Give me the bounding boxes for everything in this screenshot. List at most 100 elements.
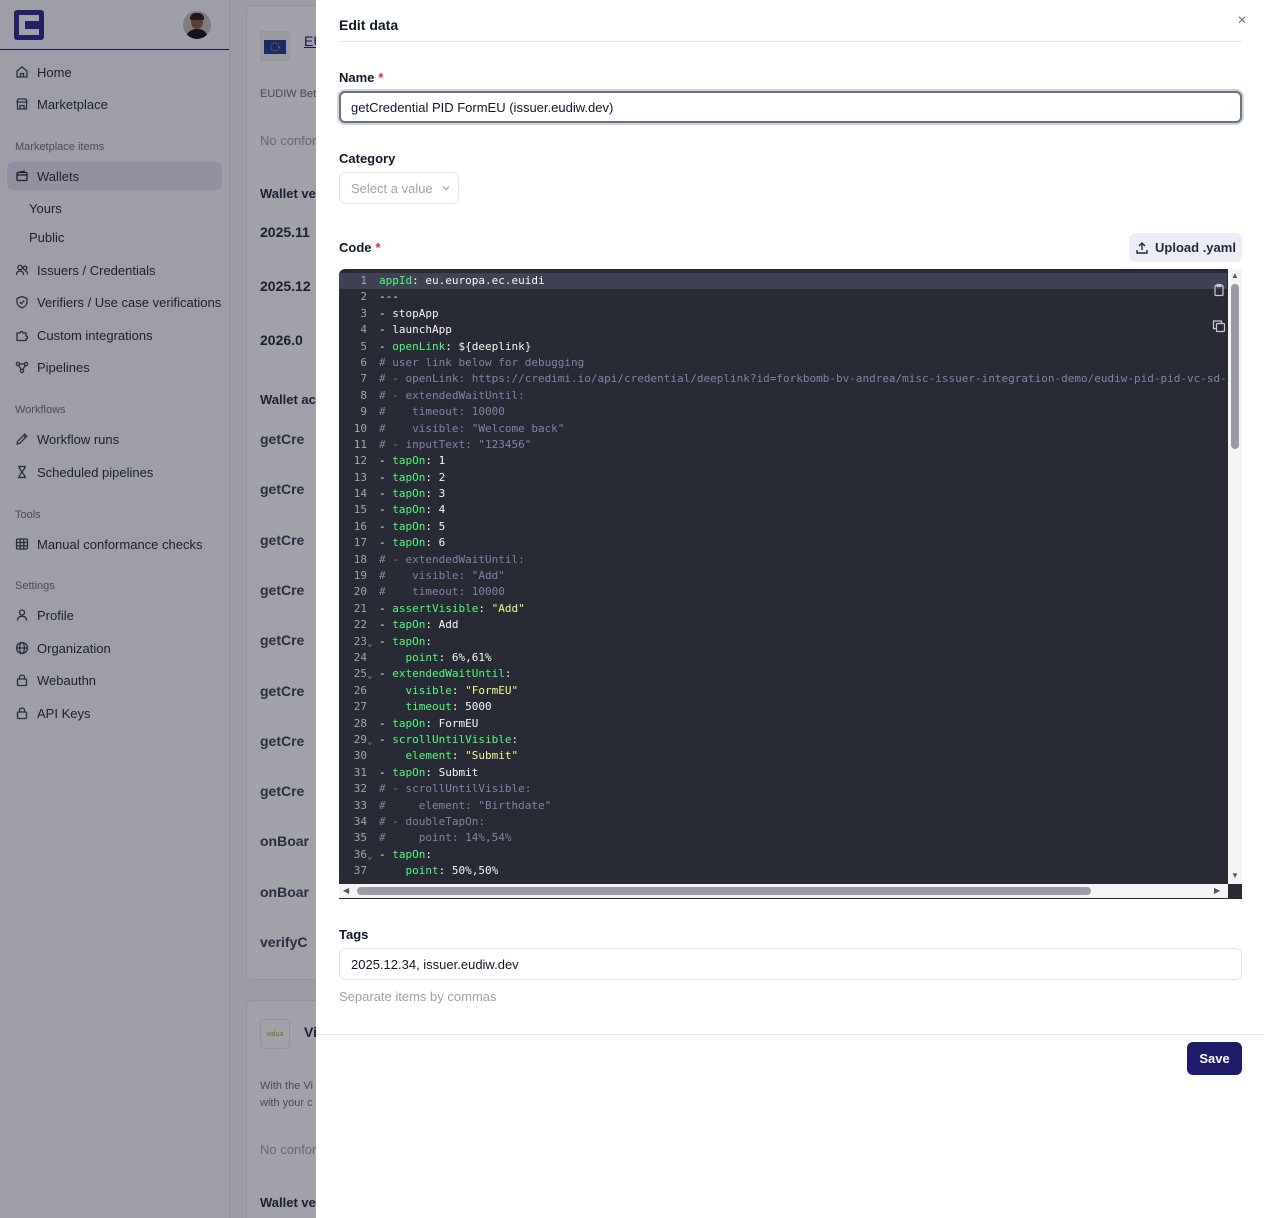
code-token: element [405, 749, 452, 763]
category-label: Category [339, 151, 396, 166]
line-number: 35 [353, 831, 367, 845]
line-number: 15 [353, 503, 367, 517]
code-token: : [425, 634, 432, 648]
code-token: scrollUntilVisible [392, 732, 512, 746]
save-button[interactable]: Save [1187, 1042, 1242, 1075]
required-mark: * [375, 240, 381, 255]
scrollbar-thumb[interactable] [357, 887, 1091, 895]
code-token: # - scrollUntilVisible: [379, 782, 532, 796]
line-number: 10 [353, 421, 367, 435]
modal-backdrop[interactable] [0, 0, 316, 1218]
code-line: 9 # timeout: 10000 [339, 404, 1227, 420]
line-number: 23 [353, 634, 367, 648]
code-token: # timeout: 10000 [379, 585, 505, 599]
line-number: 3 [360, 306, 367, 320]
scroll-right-icon[interactable]: ▶ [1214, 886, 1220, 895]
tags-input[interactable] [339, 948, 1242, 980]
line-number: 5 [360, 339, 367, 353]
drawer-title: Edit data [339, 17, 399, 33]
clipboard-icon[interactable] [1212, 283, 1226, 297]
line-number: 34 [353, 814, 367, 828]
code-token: # - inputText: "123456" [379, 437, 532, 451]
category-select[interactable]: Select a value [339, 172, 459, 204]
code-line: 33 # element: "Birthdate" [339, 798, 1227, 814]
code-line: 7 # - openLink: https://credimi.io/api/cr… [339, 371, 1242, 387]
line-number: 9 [360, 405, 367, 419]
copy-icon[interactable] [1212, 319, 1226, 333]
editor-vertical-scrollbar[interactable]: ▲ ▼ [1228, 269, 1242, 884]
code-token: # - doubleTapOn: [379, 814, 485, 828]
code-token: - [379, 618, 393, 632]
line-number: 33 [353, 798, 367, 812]
code-token: --- [379, 290, 399, 304]
code-token: # visible: "Add" [379, 569, 505, 583]
code-token: # - openLink: https://credimi.io/api/cre… [379, 372, 1242, 386]
code-line: 8 # - extendedWaitUntil: [339, 388, 1227, 404]
code-token: # - extendedWaitUntil: [379, 552, 525, 566]
code-line: 36 ⌄ - tapOn: [339, 847, 1227, 863]
upload-yaml-label: Upload .yaml [1155, 240, 1236, 255]
line-number: 13 [353, 470, 367, 484]
line-number: 31 [353, 765, 367, 779]
code-token: : [425, 847, 432, 861]
code-token: tapOn [392, 503, 426, 517]
code-token: point [405, 864, 439, 878]
code-token: tapOn [392, 765, 426, 779]
code-line: 2 --- [339, 289, 1227, 305]
drawer-footer-divider [316, 1034, 1264, 1035]
code-token: : 50%,50% [438, 864, 499, 878]
line-number: 16 [353, 519, 367, 533]
code-line: 6 # user link below for debugging [339, 355, 1227, 371]
code-line: 35 # point: 14%,54% [339, 830, 1227, 846]
scroll-left-icon[interactable]: ◀ [343, 886, 349, 895]
line-number: 19 [353, 569, 367, 583]
code-line: 37 point: 50%,50% [339, 863, 1227, 879]
code-editor[interactable]: 1 appId: eu.europa.ec.euidi 2 --- 3- stopApp… [339, 269, 1242, 899]
code-line: 23 ⌄ - tapOn: [339, 634, 1227, 650]
code-label: Code * [339, 240, 381, 255]
code-token: appId [379, 274, 413, 287]
editor-horizontal-scrollbar[interactable]: ◀ ▶ [339, 884, 1228, 898]
code-line: 13- tapOn: 2 [339, 470, 1227, 486]
code-token: - [379, 536, 393, 550]
code-token: - [379, 667, 393, 681]
code-token: : 1 [425, 454, 446, 468]
code-token: tapOn [392, 618, 426, 632]
close-icon[interactable]: × [1234, 13, 1250, 29]
code-token: tapOn [392, 487, 426, 501]
scroll-up-icon[interactable]: ▲ [1231, 271, 1239, 280]
scrollbar-thumb[interactable] [1231, 284, 1239, 449]
line-number: 6 [360, 355, 367, 369]
code-token: : Submit [425, 765, 479, 779]
code-token: : [478, 601, 492, 615]
code-token: : [451, 683, 466, 697]
code-line: 29 ⌄ - scrollUntilVisible: [339, 732, 1227, 748]
chevron-down-icon [442, 186, 450, 191]
name-input[interactable] [339, 91, 1242, 123]
scroll-down-icon[interactable]: ▼ [1231, 871, 1239, 880]
code-token: tapOn [392, 470, 426, 484]
code-token: tapOn [392, 716, 426, 730]
code-line: 10 # visible: "Welcome back" [339, 421, 1227, 437]
code-token: tapOn [392, 519, 426, 533]
code-line: 1 appId: eu.europa.ec.euidi [339, 273, 1227, 290]
code-line: 5- openLink: ${deeplink} [339, 339, 1227, 355]
code-line: 12- tapOn: 1 [339, 453, 1227, 469]
line-number: 28 [353, 716, 367, 730]
code-token: : ${deeplink} [445, 339, 532, 353]
line-number: 17 [353, 536, 367, 550]
code-token: # timeout: 10000 [379, 405, 505, 419]
code-token: - [379, 765, 393, 779]
tags-hint: Separate items by commas [339, 989, 497, 1004]
code-line: 21- assertVisible: "Add" [339, 601, 1227, 617]
code-token: : 5000 [451, 700, 492, 714]
code-line: 34 # - doubleTapOn: [339, 814, 1227, 830]
code-line: 17- tapOn: 6 [339, 535, 1227, 551]
upload-yaml-button[interactable]: Upload .yaml [1129, 233, 1242, 262]
code-token: tapOn [392, 634, 426, 648]
tags-label: Tags [339, 927, 369, 942]
code-token: # visible: "Welcome back" [379, 421, 565, 435]
